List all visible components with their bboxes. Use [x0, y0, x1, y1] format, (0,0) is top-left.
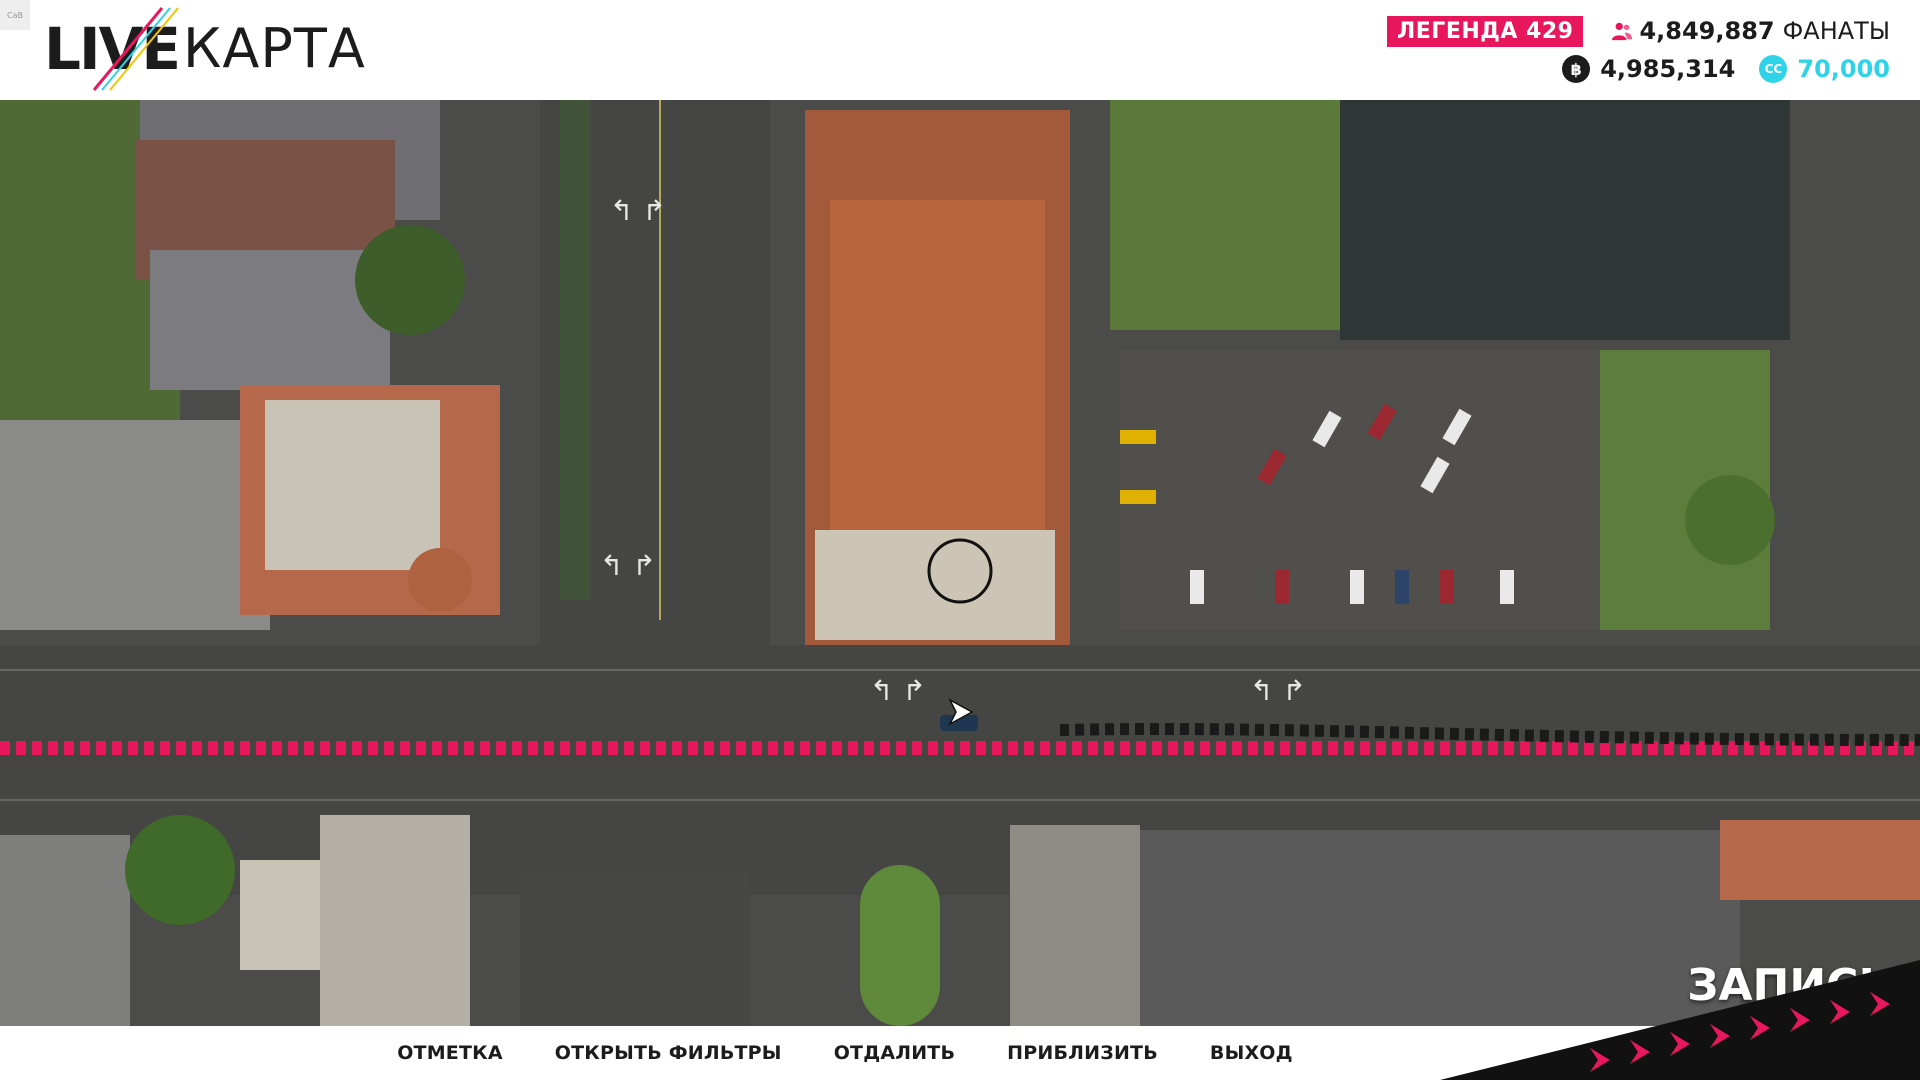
zoom-in-button[interactable]: ПРИБЛИЗИТЬ: [981, 1036, 1184, 1070]
building-rooftop: [265, 400, 440, 570]
building-roof: [1720, 820, 1920, 900]
map-canvas[interactable]: ↰ ↱ ↰ ↱ ↰ ↱ ↰ ↱: [0, 100, 1920, 1026]
svg-text:↰ ↱: ↰ ↱: [610, 194, 666, 227]
coin-icon: ฿: [1562, 55, 1591, 83]
corner-tag: CaB: [0, 0, 30, 30]
building: [0, 835, 130, 1026]
fans-value: 4,849,887: [1639, 17, 1775, 45]
building: [0, 420, 270, 630]
player-stats: ЛЕГЕНДА 429 4,849,887 ФАНАТЫ ฿ 4,985,314…: [1387, 12, 1890, 88]
cc-coin-icon: CC: [1759, 55, 1788, 83]
building: [150, 250, 390, 390]
svg-text:↰ ↱: ↰ ↱: [1250, 674, 1306, 707]
svg-text:↰ ↱: ↰ ↱: [870, 674, 926, 707]
bottom-action-bar: ОТМЕТКА ОТКРЫТЬ ФИЛЬТРЫ ОТДАЛИТЬ ПРИБЛИЗ…: [0, 1026, 1920, 1080]
logo-live-text: LIVE: [44, 15, 181, 83]
livemap-logo: LIVE КАРТА: [44, 6, 366, 92]
building: [320, 815, 470, 1026]
building-terrace: [815, 530, 1055, 640]
glass-tower: [1340, 100, 1790, 340]
tree: [1685, 475, 1775, 565]
palm-tree: [125, 815, 235, 925]
credits-value: 4,985,314: [1600, 55, 1736, 83]
median-grass: [860, 865, 940, 1026]
people-icon: [1612, 22, 1633, 41]
action-list: ОТМЕТКА ОТКРЫТЬ ФИЛЬТРЫ ОТДАЛИТЬ ПРИБЛИЗ…: [371, 1036, 1319, 1070]
top-header: CaB LIVE КАРТА ЛЕГЕНДА 429 4,849,887 ФАН…: [0, 0, 1920, 100]
palm-tree: [355, 225, 465, 335]
logo-map-text: КАРТА: [183, 17, 366, 80]
road: [520, 870, 750, 1026]
live-map-screen: CaB LIVE КАРТА ЛЕГЕНДА 429 4,849,887 ФАН…: [0, 0, 1920, 1080]
cc-value: 70,000: [1797, 55, 1890, 83]
open-filters-button[interactable]: ОТКРЫТЬ ФИЛЬТРЫ: [529, 1036, 808, 1070]
stats-row-credits: ฿ 4,985,314 CC 70,000: [1387, 50, 1890, 88]
tower-roof: [408, 548, 472, 612]
bike-lane: [560, 100, 590, 600]
mark-button[interactable]: ОТМЕТКА: [371, 1036, 529, 1070]
record-label: ЗАПИСЬ: [1687, 960, 1892, 1011]
building: [1010, 825, 1140, 1026]
fans-label: ФАНАТЫ: [1782, 17, 1890, 45]
svg-text:↰ ↱: ↰ ↱: [600, 549, 656, 582]
map-view[interactable]: ↰ ↱ ↰ ↱ ↰ ↱ ↰ ↱ ЗАПИСЬ: [0, 100, 1920, 1026]
building-roof: [1140, 830, 1740, 1026]
zoom-out-button[interactable]: ОТДАЛИТЬ: [808, 1036, 981, 1070]
lawn: [1110, 100, 1340, 330]
exit-button[interactable]: ВЫХОД: [1184, 1036, 1319, 1070]
legend-badge: ЛЕГЕНДА 429: [1387, 15, 1584, 47]
stats-row-fans: ЛЕГЕНДА 429 4,849,887 ФАНАТЫ: [1387, 12, 1890, 50]
